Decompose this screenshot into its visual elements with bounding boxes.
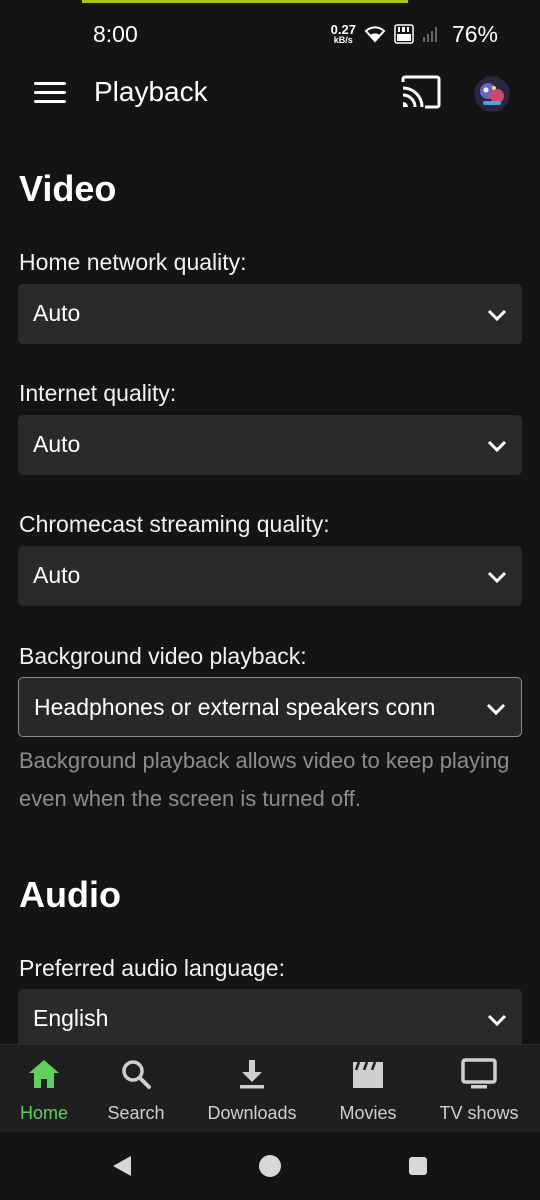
chromecast-quality-value: Auto <box>33 562 81 588</box>
video-section-title: Video <box>19 168 117 209</box>
download-icon <box>240 1060 264 1089</box>
nav-tv-shows[interactable]: TV shows <box>428 1045 530 1133</box>
chevron-down-icon <box>486 703 506 716</box>
battery-level: 76% <box>451 20 498 47</box>
app-bar: Playback <box>0 62 540 124</box>
chromecast-quality-select[interactable]: Auto <box>18 546 522 606</box>
nav-downloads[interactable]: Downloads <box>196 1045 308 1133</box>
chevron-down-icon <box>487 440 507 453</box>
bottom-nav: Home Search Downloads Movies TV shows <box>0 1044 540 1132</box>
background-playback-label: Background video playback: <box>19 643 307 669</box>
cast-icon[interactable] <box>400 74 442 110</box>
signal-icon <box>422 27 437 42</box>
nav-movies[interactable]: Movies <box>328 1045 408 1133</box>
nav-home[interactable]: Home <box>8 1045 80 1133</box>
audio-section-title: Audio <box>19 874 121 915</box>
avatar[interactable] <box>474 76 510 112</box>
internet-quality-label: Internet quality: <box>19 380 177 406</box>
background-playback-helper: Background playback allows video to keep… <box>19 748 510 811</box>
preferred-audio-language-select[interactable]: English <box>18 989 522 1044</box>
chevron-down-icon <box>487 1014 507 1027</box>
net-speed: 0.27 kB/s <box>331 23 356 45</box>
chevron-down-icon <box>487 309 507 322</box>
net-speed-unit: kB/s <box>333 35 353 45</box>
home-network-quality-select[interactable]: Auto <box>18 284 522 344</box>
internet-quality-select[interactable]: Auto <box>18 415 522 475</box>
back-icon[interactable] <box>110 1154 134 1178</box>
status-icons: 0.27 kB/s 76% <box>331 20 498 48</box>
page-title: Playback <box>94 76 208 107</box>
background-playback-select[interactable]: Headphones or external speakers conn <box>18 677 522 737</box>
tv-icon <box>461 1058 497 1089</box>
home-icon <box>29 1060 59 1088</box>
nav-search[interactable]: Search <box>96 1045 176 1133</box>
nav-downloads-label: Downloads <box>207 1103 297 1123</box>
wifi-icon <box>364 26 386 43</box>
settings-content[interactable]: Video Home network quality: Auto Interne… <box>0 124 540 1044</box>
system-nav-bar <box>0 1132 540 1200</box>
nav-search-label: Search <box>107 1103 165 1123</box>
clapperboard-icon <box>353 1061 383 1088</box>
menu-icon[interactable] <box>34 82 66 106</box>
nav-home-label: Home <box>19 1103 68 1123</box>
home-network-quality-value: Auto <box>33 300 81 326</box>
home-network-quality-label: Home network quality: <box>19 249 247 275</box>
chevron-down-icon <box>487 571 507 584</box>
preferred-audio-language-value: English <box>33 1005 109 1031</box>
search-icon <box>122 1060 151 1089</box>
status-bar: 8:00 0.27 kB/s 76% <box>0 0 540 62</box>
preferred-audio-language-label: Preferred audio language: <box>19 955 285 981</box>
recents-icon[interactable] <box>408 1156 428 1176</box>
chromecast-quality-label: Chromecast streaming quality: <box>19 511 330 537</box>
internet-quality-value: Auto <box>33 431 81 457</box>
home-button-icon[interactable] <box>258 1154 282 1178</box>
status-time: 8:00 <box>93 21 138 47</box>
nav-tv-shows-label: TV shows <box>439 1103 519 1123</box>
nav-movies-label: Movies <box>339 1103 397 1123</box>
background-playback-value: Headphones or external speakers conn <box>34 694 436 720</box>
volte-icon <box>394 24 414 44</box>
